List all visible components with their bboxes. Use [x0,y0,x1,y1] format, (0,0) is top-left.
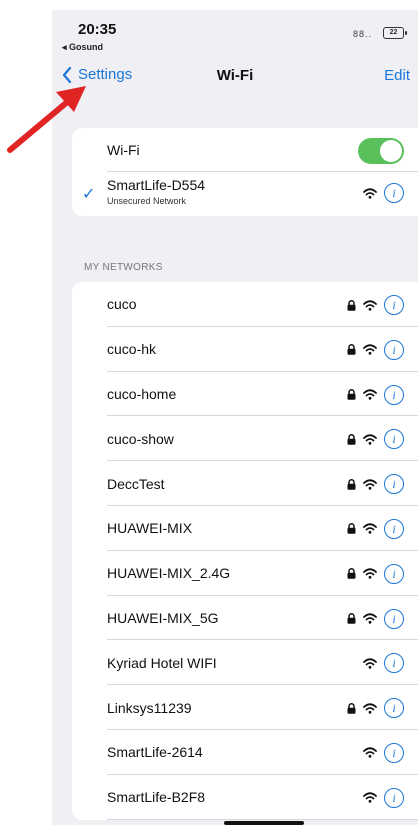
lock-icon [347,568,356,580]
wifi-signal-icon [363,568,377,579]
checkmark-icon: ✓ [82,186,96,203]
info-icon[interactable]: i [384,518,404,539]
network-row[interactable]: cuco i [72,282,418,327]
wifi-signal-icon [363,747,377,759]
network-row[interactable]: cuco-show i [72,416,418,462]
wifi-signal-icon [363,479,377,490]
navigation-bar: Settings Wi-Fi Edit [52,60,418,94]
info-icon[interactable]: i [384,474,404,495]
lock-icon [347,389,356,400]
network-name: SmartLife-B2F8 [107,789,206,806]
connected-network-security: Unsecured Network [107,196,187,206]
connected-network-row[interactable]: ✓ SmartLife-D554 Unsecured Network i [72,172,418,216]
info-icon[interactable]: i [384,787,404,808]
page-title: Wi-Fi [216,67,254,84]
connected-network-name: SmartLife-D554 [107,177,206,193]
wifi-signal-icon [363,434,377,445]
network-icons: i [347,384,404,405]
wifi-signal-icon [363,187,377,199]
network-name: HUAWEI-MIX_5G [107,609,219,626]
toggle-knob [380,140,402,162]
info-icon[interactable]: i [384,653,404,674]
network-row[interactable]: DeccTest i [72,461,418,506]
wifi-signal-icon [363,389,377,400]
wifi-signal-icon [363,792,377,803]
my-networks-list: cuco i cuco-hk i cuco-home i cuco-show i DeccTes… [72,282,418,820]
network-name: cuco [107,296,137,313]
network-row[interactable]: Linksys11239 i [72,685,418,730]
network-icons: i [347,608,404,629]
lock-icon [347,613,356,624]
network-icons: i [363,787,404,808]
network-icons: i [347,518,404,539]
network-icons: i [347,563,404,584]
network-row[interactable]: HUAWEI-MIX_2.4G i [72,551,418,596]
network-row[interactable]: SmartLife-2614 i [72,730,418,775]
info-icon[interactable]: i [384,429,404,450]
battery-icon: 22 [383,27,407,39]
info-icon[interactable]: i [384,742,404,763]
network-name: Kyriad Hotel WIFI [107,654,217,671]
redaction-bar [224,821,304,825]
network-icons: i [347,339,404,360]
wifi-signal-icon [363,703,377,714]
network-name: HUAWEI-MIX [107,520,193,537]
network-name: Linksys11239 [107,699,192,716]
red-arrow-annotation [7,86,86,153]
edit-button[interactable]: Edit [384,67,410,84]
wifi-signal-icon [363,613,377,624]
network-row[interactable]: cuco-hk i [72,327,418,372]
lock-icon [347,702,356,714]
network-icons: i [347,698,404,719]
network-icons: i [347,295,404,315]
network-row[interactable]: Kyriad Hotel WIFI i [72,640,418,686]
info-icon[interactable]: i [384,384,404,405]
info-icon[interactable]: i [384,295,404,315]
network-name: cuco-home [107,385,177,402]
status-bar: 20:35 ◂ Gosund 88.. 22 [52,10,418,60]
network-name: cuco-show [107,430,174,447]
network-name: HUAWEI-MIX_2.4G [107,565,231,582]
signal-icon: 88.. [352,29,372,39]
divider [107,818,418,820]
lock-icon [347,433,356,445]
section-header-my-networks: MY NETWORKS [84,262,163,273]
lock-icon [347,523,356,535]
network-name: SmartLife-2614 [107,744,203,761]
network-icons: i [363,653,404,674]
lock-icon [347,299,356,311]
lock-icon [347,478,356,490]
wifi-toggle-row: Wi-Fi [72,128,418,172]
info-icon[interactable]: i [384,608,404,629]
network-row[interactable]: cuco-home i [72,372,418,417]
info-icon[interactable]: i [384,183,404,203]
wifi-signal-icon [363,299,377,311]
network-row[interactable]: HUAWEI-MIX i [72,506,418,551]
network-name: cuco-hk [107,341,157,358]
wifi-label: Wi-Fi [107,142,140,158]
info-icon[interactable]: i [384,563,404,584]
wifi-signal-icon [363,658,377,669]
network-icons: i [347,474,404,495]
network-icons: i [363,183,404,203]
network-icons: i [363,742,404,763]
network-row[interactable]: HUAWEI-MIX_5G i [72,596,418,641]
info-icon[interactable]: i [384,339,404,360]
info-icon[interactable]: i [384,698,404,719]
wifi-signal-icon [363,344,377,355]
wifi-status-group: Wi-Fi ✓ SmartLife-D554 Unsecured Network… [72,128,418,216]
wifi-signal-icon [363,523,377,535]
lock-icon [347,344,356,356]
network-name: DeccTest [107,475,165,492]
network-row[interactable]: SmartLife-B2F8 i [72,775,418,820]
wifi-toggle[interactable] [358,138,404,164]
phone-screen: 20:35 ◂ Gosund 88.. 22 Settings Wi-Fi Ed… [52,10,418,825]
network-icons: i [347,429,404,450]
